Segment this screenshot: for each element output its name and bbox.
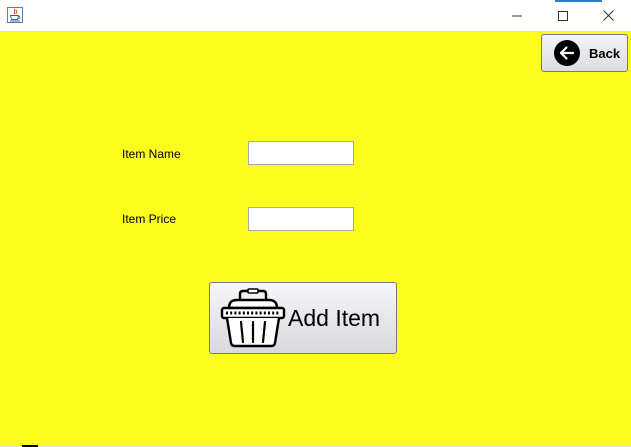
back-button[interactable]: Back (541, 34, 628, 72)
maximize-button[interactable] (540, 0, 586, 31)
minimize-icon (512, 15, 522, 16)
item-name-input[interactable] (248, 141, 354, 165)
minimize-button[interactable] (494, 0, 540, 31)
title-bar (0, 0, 631, 31)
add-item-label: Add Item (288, 304, 381, 331)
item-name-label: Item Name (122, 147, 181, 161)
back-button-label: Back (589, 45, 621, 61)
item-price-label: Item Price (122, 212, 177, 226)
item-price-input[interactable] (248, 207, 354, 231)
app-window: Back Item Name Item Price Add Item (0, 0, 631, 447)
basket-icon (220, 288, 286, 348)
close-button[interactable] (585, 0, 631, 31)
add-item-button[interactable]: Add Item (209, 282, 397, 354)
close-icon (602, 10, 614, 21)
java-cup-icon (7, 7, 23, 23)
maximize-icon (558, 10, 568, 21)
arrow-left-circle-icon (554, 40, 580, 66)
content-panel: Back Item Name Item Price Add Item (0, 31, 631, 447)
